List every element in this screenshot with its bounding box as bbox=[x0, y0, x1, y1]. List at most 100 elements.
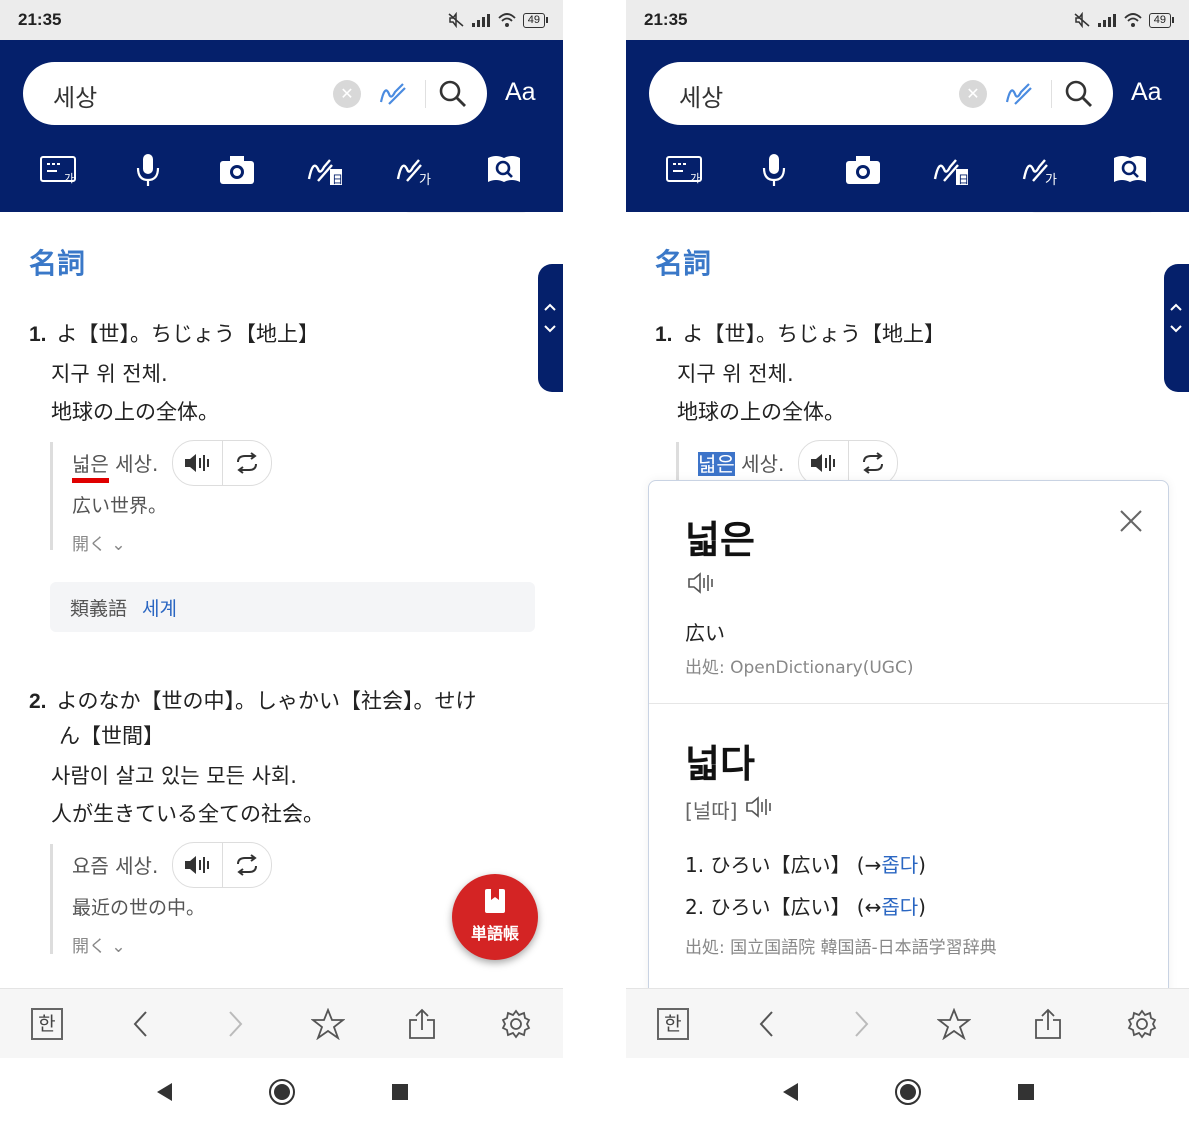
wordbook-label: 単語帳 bbox=[470, 924, 519, 943]
back-arrow-icon[interactable] bbox=[118, 1001, 164, 1047]
repeat-icon[interactable] bbox=[221, 441, 272, 485]
back-arrow-icon[interactable] bbox=[744, 1001, 790, 1047]
forward-arrow-icon[interactable] bbox=[838, 1001, 884, 1047]
wordbook-button[interactable]: 単語帳 bbox=[452, 874, 538, 960]
share-icon[interactable] bbox=[1025, 1001, 1071, 1047]
language-button[interactable]: 한 bbox=[24, 1001, 70, 1047]
toggle-peek bbox=[406, 212, 526, 213]
search-icon[interactable] bbox=[435, 76, 471, 112]
sense-1-heading: 1. よ【世】。ちじょう【地上】 bbox=[29, 318, 319, 348]
nav-recents-icon[interactable] bbox=[967, 1083, 1085, 1101]
svg-text:가: 가 bbox=[690, 172, 700, 185]
bottom-toolbar: 한 bbox=[626, 988, 1189, 1059]
popup-pronunciation: [널따] bbox=[685, 799, 738, 823]
synonym-link[interactable]: 세계 bbox=[142, 594, 177, 621]
svg-text:가: 가 bbox=[1045, 173, 1057, 187]
sense-2-heading: 2. よのなか【世の中】。しゃかい【社会】。せけ bbox=[29, 685, 477, 715]
chevron-up-icon[interactable] bbox=[1164, 298, 1189, 338]
phone-screen-right: 21:35 49 세상 ✕ Aa 가 日 가 名詞 1.よ【世】。ちじょう【地 bbox=[626, 0, 1189, 1125]
search-icon[interactable] bbox=[1061, 76, 1097, 112]
svg-text:日: 日 bbox=[332, 173, 343, 186]
popup-meaning-1: 広い bbox=[685, 621, 725, 645]
system-nav-bar bbox=[0, 1058, 563, 1125]
popup-word-2: 넓다 bbox=[685, 742, 755, 786]
wifi-icon bbox=[498, 13, 516, 27]
expand-link[interactable]: 開く ⌄ bbox=[72, 530, 167, 555]
clear-button[interactable]: ✕ bbox=[959, 80, 987, 108]
nav-back-icon[interactable] bbox=[731, 1081, 849, 1103]
scroll-nav[interactable] bbox=[538, 264, 563, 392]
sense-1-korean: 지구 위 전체. bbox=[677, 362, 794, 386]
handwriting-korean-icon[interactable]: 가 bbox=[1019, 150, 1063, 190]
repeat-icon[interactable] bbox=[847, 441, 898, 485]
speaker-outline-icon[interactable] bbox=[687, 571, 715, 595]
speaker-icon[interactable] bbox=[173, 441, 222, 485]
nav-home-icon[interactable] bbox=[223, 1078, 341, 1106]
star-icon[interactable] bbox=[931, 1001, 977, 1047]
status-icons: 49 bbox=[1073, 12, 1175, 28]
chevron-up-icon[interactable] bbox=[538, 298, 563, 338]
repeat-icon[interactable] bbox=[221, 843, 272, 887]
mute-icon bbox=[448, 12, 464, 28]
search-bar[interactable]: 세상 ✕ bbox=[23, 62, 487, 125]
dictionary-search-icon[interactable] bbox=[1108, 150, 1152, 190]
sense-1-japanese: よ【世】。ちじょう【地上】 bbox=[56, 322, 320, 346]
part-of-speech: 名詞 bbox=[29, 247, 86, 280]
sense-2-japanese-cont: ん【世間】 bbox=[59, 724, 164, 748]
forward-arrow-icon[interactable] bbox=[212, 1001, 258, 1047]
keyboard-icon[interactable]: 가 bbox=[663, 150, 707, 190]
search-bar[interactable]: 세상 ✕ bbox=[649, 62, 1113, 125]
speaker-icon[interactable] bbox=[799, 441, 848, 485]
handwriting-input-icon[interactable] bbox=[1001, 76, 1037, 112]
speaker-icon[interactable] bbox=[173, 843, 222, 887]
mute-icon bbox=[1074, 12, 1090, 28]
speaker-outline-icon[interactable] bbox=[745, 795, 773, 819]
nav-recents-icon[interactable] bbox=[341, 1083, 459, 1101]
font-size-button[interactable]: Aa bbox=[505, 78, 536, 107]
sense-2-japanese: よのなか【世の中】。しゃかい【社会】。せけ bbox=[56, 689, 477, 713]
nav-back-icon[interactable] bbox=[105, 1081, 223, 1103]
status-bar: 21:35 49 bbox=[626, 0, 1189, 40]
settings-gear-icon[interactable] bbox=[1119, 1001, 1165, 1047]
clear-button[interactable]: ✕ bbox=[333, 80, 361, 108]
example-word-selected[interactable]: 넓은 bbox=[698, 452, 735, 476]
sense-2-gloss: 人が生きている全ての社会。 bbox=[51, 802, 324, 826]
search-input[interactable]: 세상 bbox=[679, 78, 723, 113]
sense-number: 2. bbox=[29, 690, 47, 713]
close-icon[interactable] bbox=[1117, 507, 1145, 535]
star-icon[interactable] bbox=[305, 1001, 351, 1047]
share-icon[interactable] bbox=[399, 1001, 445, 1047]
example-rest: 세상. bbox=[108, 452, 159, 476]
divider bbox=[1051, 80, 1052, 108]
expand-link[interactable]: 開く ⌄ bbox=[72, 932, 205, 957]
search-input[interactable]: 세상 bbox=[53, 78, 97, 113]
search-header: 세상 ✕ Aa 가 日 가 bbox=[626, 40, 1189, 212]
antonym-link[interactable]: 좁다 bbox=[881, 853, 918, 877]
signal-icon bbox=[1097, 14, 1116, 27]
handwriting-icon[interactable]: 日 bbox=[304, 150, 348, 190]
settings-gear-icon[interactable] bbox=[493, 1001, 539, 1047]
handwriting-input-icon[interactable] bbox=[375, 76, 411, 112]
nav-home-icon[interactable] bbox=[849, 1078, 967, 1106]
entry-content: 名詞 1. よ【世】。ちじょう【地上】 지구 위 전체. 地球の上の全体。 넓은 … bbox=[0, 212, 563, 988]
language-button[interactable]: 한 bbox=[650, 1001, 696, 1047]
camera-icon[interactable] bbox=[215, 150, 259, 190]
microphone-icon[interactable] bbox=[126, 150, 170, 190]
dictionary-search-icon[interactable] bbox=[482, 150, 526, 190]
signal-icon bbox=[471, 14, 490, 27]
font-size-button[interactable]: Aa bbox=[1131, 78, 1162, 107]
scroll-nav[interactable] bbox=[1164, 264, 1189, 392]
bookmark-icon bbox=[485, 889, 505, 913]
example-word[interactable]: 넓은 bbox=[72, 452, 109, 483]
keyboard-icon[interactable]: 가 bbox=[37, 150, 81, 190]
popup-source-2: 出処: 国立国語院 韓国語-日本語学習辞典 bbox=[685, 938, 997, 958]
handwriting-icon[interactable]: 日 bbox=[930, 150, 974, 190]
handwriting-korean-icon[interactable]: 가 bbox=[393, 150, 437, 190]
example-korean: 넓은 세상. bbox=[698, 448, 784, 477]
sense-1-japanese: よ【世】。ちじょう【地上】 bbox=[682, 322, 946, 346]
antonym-link[interactable]: 좁다 bbox=[881, 895, 918, 919]
camera-icon[interactable] bbox=[841, 150, 885, 190]
microphone-icon[interactable] bbox=[752, 150, 796, 190]
input-tools: 가 日 가 bbox=[0, 148, 563, 192]
svg-text:가: 가 bbox=[64, 172, 74, 185]
